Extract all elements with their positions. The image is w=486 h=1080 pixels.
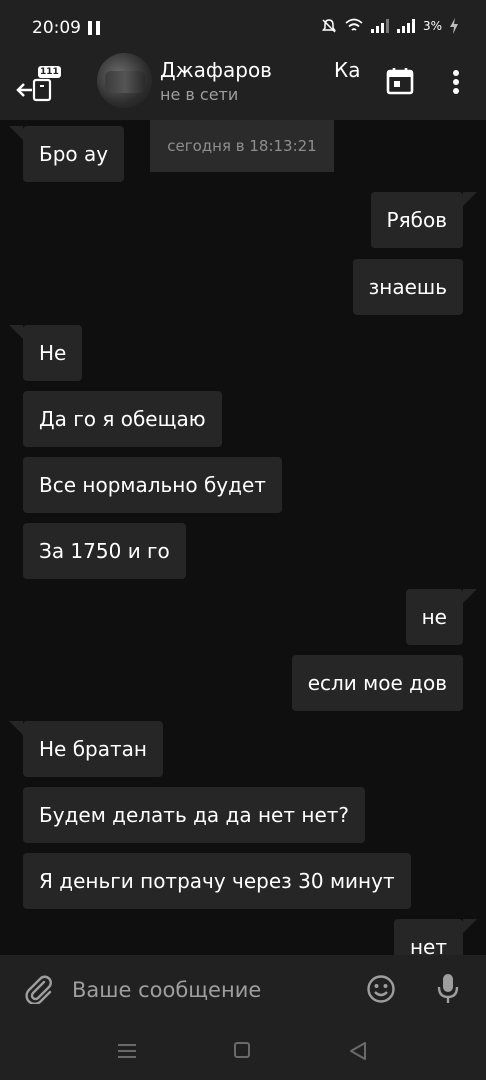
message-in[interactable]: Все нормально будет [23, 457, 282, 513]
home-icon[interactable] [234, 1042, 250, 1058]
contact-name[interactable]: Джафаров [160, 58, 272, 82]
contact-status: не в сети [160, 85, 239, 104]
message-out[interactable]: не [405, 589, 478, 645]
mute-bell-icon [321, 19, 336, 33]
status-time: 20:09 [32, 18, 81, 38]
charging-icon [450, 18, 458, 34]
message-in[interactable]: Будем делать да да нет нет? [23, 787, 366, 843]
calendar-icon[interactable] [386, 67, 414, 95]
mic-icon[interactable] [437, 973, 459, 1005]
nav-back-icon[interactable] [348, 1041, 368, 1061]
signal-icon [370, 19, 389, 33]
pause-icon [88, 21, 100, 35]
date-label: сегодня в 18:13:21 [150, 120, 334, 172]
message-input[interactable] [70, 969, 354, 1011]
message-in[interactable]: Да го я обещаю [23, 391, 222, 447]
message-list[interactable]: Бро ау Рябов знаешь Не Да го я обещаю Вс… [0, 120, 486, 955]
paperclip-icon[interactable] [24, 974, 54, 1004]
message-in[interactable]: Бро ау [8, 126, 125, 182]
emoji-icon[interactable] [366, 974, 396, 1004]
system-nav-bar [0, 1023, 486, 1080]
message-in[interactable]: За 1750 и го [23, 523, 186, 579]
signal-icon-2 [396, 19, 415, 33]
overlapping-title-text: Ка [334, 58, 361, 82]
more-vert-icon[interactable] [446, 68, 466, 96]
message-in[interactable]: Не братан [9, 721, 163, 777]
message-out[interactable]: если мое дов [291, 655, 463, 711]
wifi-icon [345, 18, 363, 31]
unread-badge: 111 [38, 66, 61, 78]
message-out[interactable]: нет [393, 919, 478, 955]
composer-bar [0, 955, 486, 1023]
message-in[interactable]: Я деньги потрачу через 30 минут [23, 853, 411, 909]
chat-header: 111 Джафаров не в сети Ка [0, 53, 486, 120]
message-in[interactable]: Не [8, 325, 83, 381]
status-bar: 20:09 3% [0, 0, 486, 58]
status-icons: 3% [321, 18, 458, 34]
avatar[interactable] [97, 53, 152, 108]
message-out[interactable]: знаешь [352, 259, 463, 315]
recent-apps-icon[interactable] [118, 1044, 136, 1058]
battery-level: 3% [422, 19, 442, 33]
message-out[interactable]: Рябов [370, 192, 478, 248]
back-button[interactable]: 111 [16, 66, 61, 110]
